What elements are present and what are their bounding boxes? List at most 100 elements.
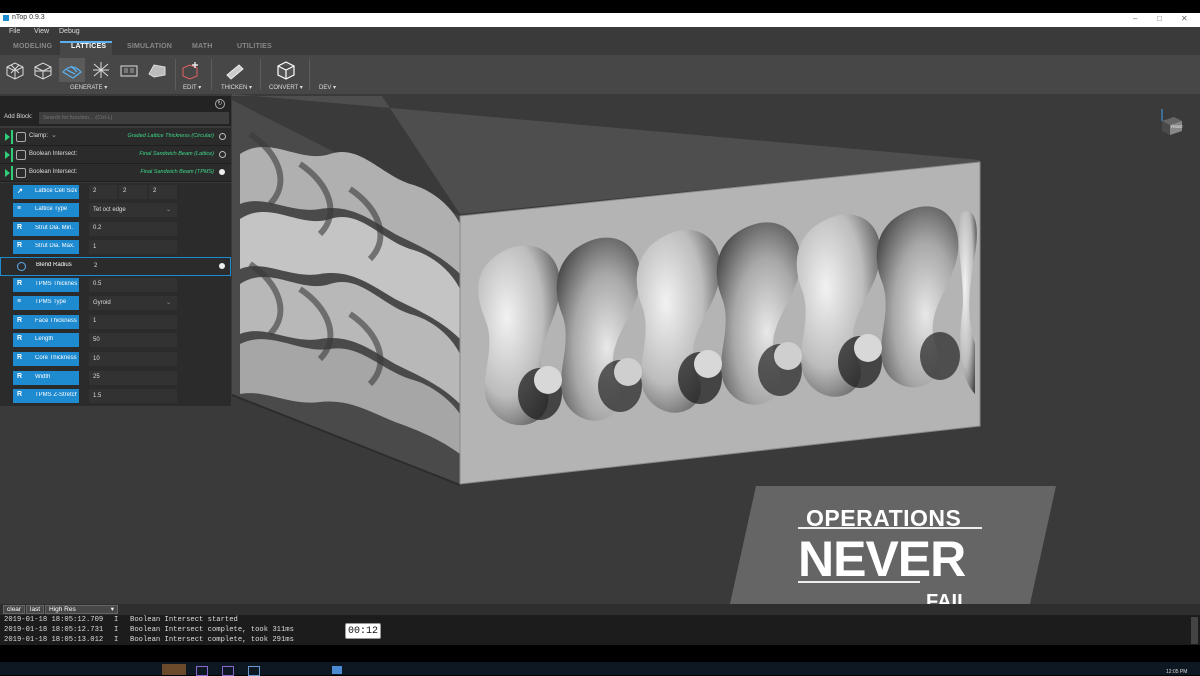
strut-lattice-icon[interactable] bbox=[90, 60, 112, 80]
log-line: 2019-01-18 18:05:12.709 I Boolean Intersec… bbox=[4, 616, 238, 624]
taskbar-app-icon[interactable] bbox=[332, 666, 342, 674]
vector-icon: ↗ bbox=[17, 187, 23, 195]
lattice-cell-icon[interactable] bbox=[32, 60, 54, 80]
param-badge[interactable]: R Strut Dia. Min. bbox=[13, 221, 79, 236]
menu-view[interactable]: View bbox=[34, 28, 49, 35]
block-boolean-intersect[interactable]: Boolean Intersect: Final Sandwich Beam (… bbox=[0, 146, 231, 164]
cell-block-icon[interactable] bbox=[118, 60, 140, 80]
maximize-icon[interactable]: □ bbox=[1157, 14, 1162, 23]
expand-arrow-icon[interactable] bbox=[5, 133, 10, 141]
video-timestamp: 00:12 bbox=[345, 623, 381, 639]
block-clamp[interactable]: Clamp: ⌄ Graded Lattice Thickness (Circu… bbox=[0, 128, 231, 146]
tab-lattices[interactable]: LATTICES bbox=[71, 43, 106, 50]
param-badge[interactable]: R Width bbox=[13, 370, 79, 385]
tpms-type-dropdown[interactable]: Gyroid ⌄ bbox=[89, 296, 177, 311]
real-icon: R bbox=[17, 335, 23, 343]
tab-modeling[interactable]: MODELING bbox=[13, 43, 52, 50]
param-label: Strut Dia. Min. bbox=[35, 224, 74, 231]
close-icon[interactable]: ✕ bbox=[1181, 14, 1188, 23]
param-lattice-cell-size: ↗ Lattice Cell Size 2 2 2 bbox=[0, 182, 231, 202]
quality-dropdown[interactable]: High Res ▾ bbox=[45, 605, 118, 614]
group-generate[interactable]: GENERATE ▾ bbox=[70, 84, 107, 91]
value-field[interactable]: 10 bbox=[89, 352, 177, 366]
menu-debug[interactable]: Debug bbox=[59, 28, 80, 35]
param-badge[interactable]: ↗ Lattice Cell Size bbox=[13, 184, 79, 199]
param-badge[interactable]: Blend Radius bbox=[14, 259, 80, 273]
lattice-box-icon[interactable] bbox=[4, 60, 26, 80]
param-core-thickness: R Core Thickness 10 bbox=[0, 350, 231, 369]
block-icon bbox=[16, 132, 26, 142]
convert-mesh-icon[interactable] bbox=[274, 60, 296, 80]
ribbon-divider bbox=[309, 59, 310, 90]
value-field[interactable]: 1 bbox=[89, 240, 177, 255]
param-length: R Length 50 bbox=[0, 331, 231, 350]
param-value: 2 bbox=[93, 188, 97, 195]
ribbon-tabs: MODELING LATTICES SIMULATION MATH UTILIT… bbox=[0, 38, 1200, 55]
value-field-x[interactable]: 2 bbox=[89, 184, 117, 199]
value-field[interactable]: 50 bbox=[89, 333, 177, 348]
tab-utilities[interactable]: UTILITIES bbox=[237, 43, 272, 50]
nav-cube-icon[interactable] bbox=[1158, 107, 1186, 137]
real-icon: R bbox=[17, 279, 23, 287]
menu-bar: File View Debug bbox=[0, 27, 1200, 38]
thicken-icon[interactable] bbox=[224, 60, 246, 80]
value-field-z[interactable]: 2 bbox=[149, 184, 177, 199]
param-badge[interactable]: R Length bbox=[13, 333, 79, 348]
real-icon: R bbox=[17, 372, 23, 380]
visibility-toggle[interactable] bbox=[219, 169, 225, 175]
taskbar-clock: 12:05 PM bbox=[1166, 669, 1188, 675]
last-button[interactable]: last bbox=[26, 605, 45, 614]
chevron-down-icon[interactable]: ⌄ bbox=[51, 131, 57, 139]
lattice-type-dropdown[interactable]: Tet oct edge ⌄ bbox=[89, 203, 177, 218]
menu-file[interactable]: File bbox=[9, 28, 20, 35]
quality-value: High Res bbox=[49, 606, 76, 613]
visibility-toggle[interactable] bbox=[219, 151, 226, 158]
search-function-input[interactable] bbox=[39, 112, 229, 124]
ribbon-divider bbox=[175, 59, 176, 90]
console-toolbar: clear last High Res ▾ bbox=[0, 604, 1200, 615]
expand-arrow-icon[interactable] bbox=[5, 169, 10, 177]
block-indicator bbox=[11, 166, 13, 180]
value-field-y[interactable]: 2 bbox=[119, 184, 147, 199]
value-field[interactable]: 0.2 bbox=[89, 221, 177, 236]
group-convert[interactable]: CONVERT ▾ bbox=[269, 84, 303, 91]
param-badge[interactable]: ≡ TPMS Type bbox=[13, 296, 79, 311]
param-label: TPMS Z-Stretch bbox=[35, 392, 77, 399]
refresh-icon[interactable]: ↻ bbox=[215, 99, 225, 109]
graph-body-icon[interactable] bbox=[146, 60, 168, 80]
tab-math[interactable]: MATH bbox=[192, 43, 213, 50]
group-dev[interactable]: DEV ▾ bbox=[319, 84, 336, 91]
block-result: Final Sandwich Beam (Lattice) bbox=[139, 151, 214, 157]
value-field[interactable]: 1 bbox=[89, 314, 177, 329]
value-field[interactable]: 2 bbox=[90, 259, 228, 273]
taskbar-app-icon[interactable] bbox=[162, 664, 186, 675]
conformal-lattice-icon[interactable] bbox=[61, 60, 83, 80]
console-scrollbar[interactable] bbox=[1191, 617, 1198, 644]
param-badge[interactable]: R Core Thickness bbox=[13, 352, 79, 366]
param-value: 25 bbox=[93, 374, 100, 381]
param-label: Length bbox=[35, 336, 54, 343]
block-boolean-intersect-active[interactable]: Boolean Intersect: Final Sandwich Beam (… bbox=[0, 164, 231, 182]
value-field[interactable]: 1.5 bbox=[89, 389, 177, 404]
edit-lattice-icon[interactable] bbox=[180, 60, 202, 80]
value-field[interactable]: 0.5 bbox=[89, 277, 177, 292]
param-badge[interactable]: R TPMS Z-Stretch bbox=[13, 389, 79, 404]
group-thicken[interactable]: THICKEN ▾ bbox=[221, 84, 252, 91]
tab-simulation[interactable]: SIMULATION bbox=[127, 43, 172, 50]
real-icon: R bbox=[17, 223, 23, 231]
minimize-icon[interactable]: – bbox=[1133, 14, 1137, 23]
param-badge[interactable]: ≡ Lattice Type bbox=[13, 203, 79, 218]
log-line: 2019-01-18 18:05:13.012 I Boolean Intersec… bbox=[4, 636, 294, 644]
clear-button[interactable]: clear bbox=[3, 605, 26, 614]
group-edit[interactable]: EDIT ▾ bbox=[183, 84, 201, 91]
expand-arrow-icon[interactable] bbox=[5, 151, 10, 159]
visibility-toggle[interactable] bbox=[219, 133, 226, 140]
nav-cube[interactable]: FRONT bbox=[1158, 107, 1186, 142]
sphere-icon bbox=[17, 262, 26, 271]
param-badge[interactable]: R Face Thickness bbox=[13, 314, 79, 329]
chevron-down-icon: ▾ bbox=[110, 606, 114, 613]
param-badge[interactable]: R Strut Dia. Max. bbox=[13, 240, 79, 255]
value-field[interactable]: 25 bbox=[89, 370, 177, 385]
selected-dot bbox=[219, 263, 225, 269]
param-badge[interactable]: R TPMS Thickness bbox=[13, 277, 79, 292]
